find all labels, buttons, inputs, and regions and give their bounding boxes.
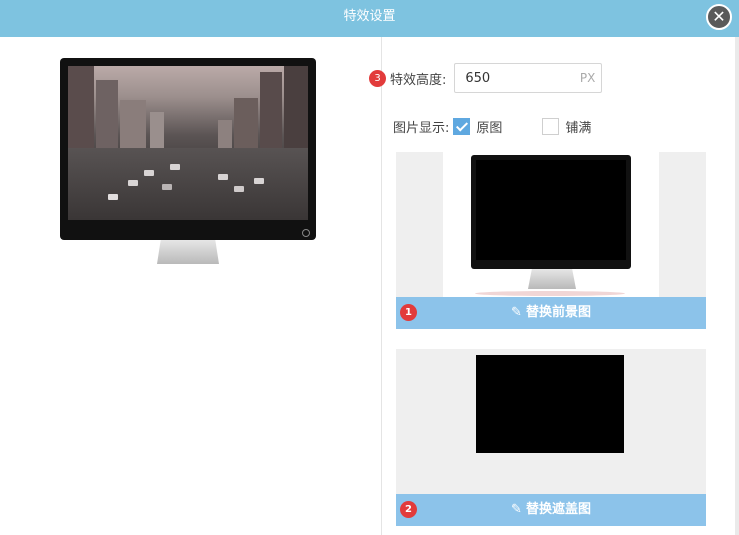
effect-preview-monitor	[60, 58, 316, 240]
original-option-label[interactable]: 原图	[476, 117, 502, 136]
step-badge-2: 2	[400, 501, 417, 518]
mask-panel: 2 ✎ 替换遮盖图	[396, 349, 706, 526]
replace-foreground-button[interactable]: 1 ✎ 替换前景图	[396, 297, 706, 329]
replace-foreground-label: 替换前景图	[525, 305, 591, 320]
effect-height-input[interactable]: 650 PX	[454, 63, 603, 93]
foreground-panel: 1 ✎ 替换前景图	[396, 152, 706, 329]
image-display-row: 图片显示: 原图 铺满	[393, 117, 591, 136]
replace-mask-label: 替换遮盖图	[525, 502, 591, 517]
panel-divider	[381, 37, 382, 535]
effect-height-unit: PX	[579, 71, 596, 85]
power-button-icon	[302, 229, 310, 237]
dialog-titlebar: 特效设置	[0, 0, 739, 37]
original-checkbox[interactable]	[453, 118, 471, 135]
edit-icon: ✎	[511, 305, 522, 320]
effect-height-value: 650	[465, 70, 491, 86]
step-badge-1: 1	[400, 304, 417, 321]
edit-icon: ✎	[511, 502, 522, 517]
fill-option-label[interactable]: 铺满	[565, 117, 591, 136]
close-icon[interactable]: ✕	[706, 4, 732, 30]
image-display-label: 图片显示:	[393, 121, 450, 136]
fill-checkbox[interactable]	[542, 118, 560, 135]
effect-height-label: 特效高度:	[390, 72, 447, 88]
preview-screen-image	[68, 66, 308, 220]
scrollbar-track[interactable]	[735, 37, 739, 535]
dialog-title: 特效设置	[343, 9, 396, 24]
effect-height-row: 3 特效高度: 650 PX	[369, 63, 603, 93]
step-badge-3: 3	[369, 69, 386, 87]
replace-mask-button[interactable]: 2 ✎ 替换遮盖图	[396, 494, 706, 526]
foreground-thumbnail	[443, 152, 659, 297]
monitor-stand	[157, 240, 219, 264]
mask-thumbnail	[476, 355, 624, 453]
